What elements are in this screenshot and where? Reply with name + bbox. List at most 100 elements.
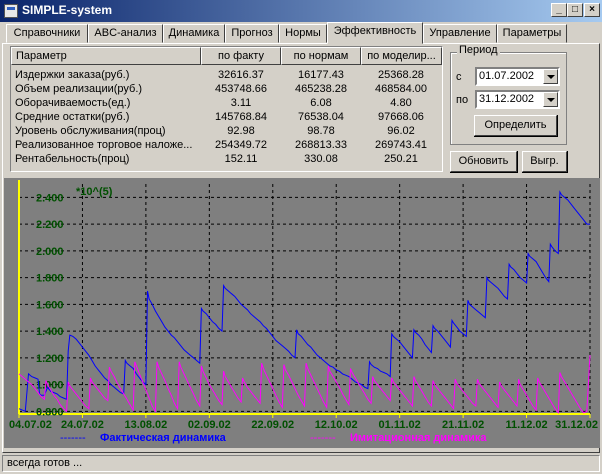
cell-fact: 152.11 [224,153,258,165]
cell-fact: 145768.84 [215,111,267,123]
cell-modeling: 97668.06 [378,111,424,123]
cell-fact: 32616.37 [218,69,264,81]
x-tick-label: 31.12.02 [555,419,598,431]
cell-modeling: 269743.41 [375,139,427,151]
cell-norms: 16177.43 [298,69,344,81]
legend-imitation-label: Имитационная динамика [350,432,487,444]
tab-forecast[interactable]: Прогноз [225,24,279,43]
y-tick-label: 2.400 [36,192,64,204]
determine-button[interactable]: Определить [474,115,558,137]
x-tick-label: 01.11.02 [379,419,421,431]
period-from-value: 01.07.2002 [479,70,535,82]
cell-fact: 3.11 [230,97,252,109]
x-tick-label: 21.11.02 [442,419,484,431]
minimize-button[interactable]: _ [551,3,567,17]
cell-modeling: 468584.00 [375,83,427,95]
chevron-down-icon[interactable] [543,69,558,84]
efficiency-table[interactable]: Параметр по факту по нормам по моделир..… [10,46,443,172]
column-header-norms[interactable]: по нормам [281,47,361,65]
tab-management[interactable]: Управление [423,24,497,43]
cell-norms: 465238.28 [295,83,347,95]
cell-norms: 6.08 [310,97,332,109]
period-to-value: 31.12.2002 [479,93,535,105]
y-tick-label: 1.200 [36,353,64,365]
chevron-down-icon[interactable] [543,92,558,107]
y-tick-label: 2.000 [36,246,64,258]
tab-dynamics[interactable]: Динамика [163,24,225,43]
y-tick-label: 0.800 [36,406,64,418]
column-header-modeling[interactable]: по моделир... [361,47,442,65]
x-tick-label: 24.07.02 [61,419,104,431]
x-tick-label: 22.09.02 [251,419,294,431]
tab-abc-analysis[interactable]: ABC-анализ [88,24,163,43]
tab-strip: Справочники ABC-анализ Динамика Прогноз … [4,22,598,44]
cell-parameter: Объем реализации(руб.) [15,83,143,95]
cell-parameter: Уровень обслуживания(проц) [15,125,166,137]
legend-fact-marker: ------- [60,432,86,444]
cell-modeling: 4.80 [390,97,412,109]
table-row[interactable]: Оборачиваемость(ед.) 3.11 6.08 4.80 [11,96,442,110]
export-button[interactable]: Выгр. [522,151,568,173]
dynamics-chart: *10^(5) 0.800 1.000 1.200 1.400 1.600 1.800 2.… [4,178,600,448]
window-title: SIMPLE-system [22,3,113,17]
maximize-button[interactable]: □ [567,3,583,17]
x-tick-label: 04.07.02 [9,419,52,431]
period-from-date-picker[interactable]: 01.07.2002 [475,67,560,86]
column-header-parameter[interactable]: Параметр [11,47,201,65]
cell-parameter: Средние остатки(руб.) [15,111,130,123]
x-tick-label: 11.12.02 [505,419,547,431]
cell-modeling: 96.02 [387,125,415,137]
table-row[interactable]: Рентабельность(проц) 152.11 330.08 250.2… [11,152,442,166]
tab-efficiency[interactable]: Эффективность [327,22,423,44]
cell-fact: 254349.72 [215,139,267,151]
period-legend: Период [457,44,500,56]
table-row[interactable]: Средние остатки(руб.) 145768.84 76538.04… [11,110,442,124]
y-tick-label: 1.400 [36,326,64,338]
x-tick-label: 02.09.02 [188,419,231,431]
cell-norms: 98.78 [307,125,335,137]
table-row[interactable]: Уровень обслуживания(проц) 92.98 98.78 9… [11,124,442,138]
tab-references[interactable]: Справочники [6,24,88,43]
cell-norms: 330.08 [304,153,338,165]
cell-norms: 268813.33 [295,139,347,151]
table-row[interactable]: Объем реализации(руб.) 453748.66 465238.… [11,82,442,96]
table-row[interactable]: Реализованное торговое наложе... 254349.… [11,138,442,152]
legend-imitation-marker: ------- [310,432,336,444]
y-tick-label: 2.200 [36,219,64,231]
y-multiplier: *10^(5) [76,186,113,198]
y-tick-label: 1.600 [36,299,64,311]
chart-svg: *10^(5) 0.8001.0001.2001.4001.6001.8002.… [9,180,598,444]
series-line-imitation [18,355,591,415]
cell-parameter: Оборачиваемость(ед.) [15,97,131,109]
legend-fact-label: Фактическая динамика [100,432,227,444]
chart-axes [18,180,590,415]
app-icon [4,4,18,18]
column-header-fact[interactable]: по факту [201,47,281,65]
cell-norms: 76538.04 [298,111,344,123]
y-tick-label: 1.800 [36,273,64,285]
x-tick-label: 13.08.02 [124,419,167,431]
cell-parameter: Рентабельность(проц) [15,153,130,165]
refresh-button[interactable]: Обновить [450,151,518,173]
cell-fact: 453748.66 [215,83,267,95]
y-tick-labels: 0.8001.0001.2001.4001.6001.8002.0002.200… [36,192,64,418]
period-to-date-picker[interactable]: 31.12.2002 [475,90,560,109]
tab-norms[interactable]: Нормы [279,24,327,43]
cell-fact: 92.98 [227,125,255,137]
x-tick-label: 12.10.02 [315,419,358,431]
chart-series [18,190,591,415]
close-button[interactable]: × [584,3,600,17]
title-bar[interactable]: SIMPLE-system _ □ × [0,0,602,22]
cell-modeling: 250.21 [384,153,418,165]
cell-parameter: Издержки заказа(руб.) [15,69,130,81]
status-bar: всегда готов ... [2,455,600,472]
cell-modeling: 25368.28 [378,69,424,81]
x-tick-labels: 04.07.02 24.07.02 13.08.02 02.09.02 22.09.02… [9,419,598,431]
table-row[interactable]: Издержки заказа(руб.) 32616.37 16177.43 … [11,68,442,82]
series-line-fact [18,190,590,413]
period-from-label: с [456,71,462,83]
chart-grid [18,184,591,418]
period-to-label: по [456,94,469,106]
cell-parameter: Реализованное торговое наложе... [15,139,193,151]
tab-parameters[interactable]: Параметры [497,24,567,43]
